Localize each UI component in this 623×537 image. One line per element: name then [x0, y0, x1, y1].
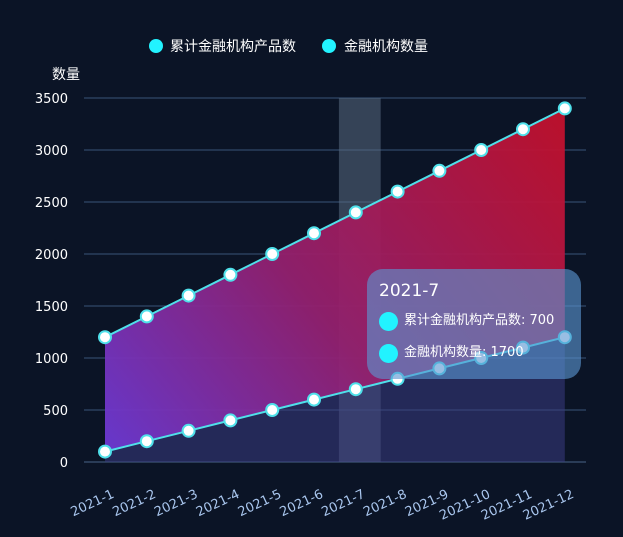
- tooltip-row-2: 金融机构数量: 1700: [379, 343, 569, 363]
- x-axis-ticks: 2021-12021-22021-32021-42021-52021-62021…: [69, 487, 577, 524]
- y-tick-label-3000: 3000: [35, 144, 68, 159]
- data-point-s2-8: [390, 184, 405, 199]
- x-tick-label-3: 2021-3: [152, 487, 200, 520]
- tooltip-title: 2021-7: [379, 281, 440, 301]
- data-point-s2-6: [307, 226, 321, 241]
- x-tick-label-1: 2021-1: [69, 487, 117, 520]
- tooltip-row-2-text: 金融机构数量: 1700: [404, 345, 524, 360]
- tooltip-dot-2: [379, 343, 398, 363]
- data-point-s1-5: [265, 403, 280, 417]
- legend-label-series-2[interactable]: 金融机构数量: [344, 39, 428, 55]
- y-axis-ticks: 0 500 1000 1500 2000 2500 3000 3500: [35, 92, 68, 471]
- data-point-s2-10: [474, 143, 489, 157]
- tooltip-row-1: 累计金融机构产品数: 700: [379, 311, 569, 331]
- data-point-s1-1: [98, 444, 112, 459]
- data-point-s2-12: [557, 101, 572, 116]
- data-point-s1-3: [181, 423, 196, 438]
- tooltip-dot-1: [379, 311, 398, 331]
- data-point-s1-2: [139, 434, 154, 449]
- tooltip: 2021-7 累计金融机构产品数: 700 金融机构数量: 1700: [367, 269, 581, 379]
- data-point-s2-9: [432, 163, 447, 178]
- x-tick-label-5: 2021-5: [236, 487, 284, 520]
- data-point-s2-4: [223, 267, 238, 282]
- x-tick-label-8: 2021-8: [361, 487, 409, 520]
- legend-label-series-1[interactable]: 累计金融机构产品数: [170, 39, 296, 55]
- data-point-s2-5: [265, 247, 280, 261]
- y-axis-label: 数量: [52, 67, 80, 83]
- y-tick-label-500: 500: [43, 404, 68, 419]
- legend-dot-series-2[interactable]: [322, 39, 336, 53]
- legend-dot-series-1[interactable]: [149, 39, 163, 53]
- data-point-s2-7: [348, 205, 363, 220]
- chart: 0 500 1000 1500 2000 2500 3000 3500 2021-1 2021-…: [0, 0, 623, 537]
- x-tick-label-7: 2021-7: [319, 487, 367, 520]
- data-point-s2-3: [181, 288, 196, 303]
- data-point-s2-2: [139, 309, 154, 324]
- y-tick-label-3500: 3500: [35, 92, 68, 107]
- y-tick-label-1000: 1000: [35, 352, 68, 367]
- data-point-s1-6: [307, 392, 321, 407]
- y-tick-label-1500: 1500: [35, 300, 68, 315]
- y-tick-label-2500: 2500: [35, 196, 68, 211]
- tooltip-row-1-text: 累计金融机构产品数: 700: [404, 313, 555, 328]
- data-point-s2-11: [516, 122, 530, 137]
- data-point-s2-1: [98, 330, 112, 345]
- y-tick-label-2000: 2000: [35, 248, 68, 263]
- x-tick-label-6: 2021-6: [278, 487, 326, 520]
- data-point-s1-7: [348, 382, 363, 397]
- y-tick-label-0: 0: [60, 456, 68, 471]
- data-point-s1-4: [223, 413, 238, 428]
- legend[interactable]: 累计金融机构产品数 金融机构数量: [149, 39, 428, 55]
- x-tick-label-4: 2021-4: [194, 487, 242, 520]
- x-tick-label-2: 2021-2: [110, 487, 158, 520]
